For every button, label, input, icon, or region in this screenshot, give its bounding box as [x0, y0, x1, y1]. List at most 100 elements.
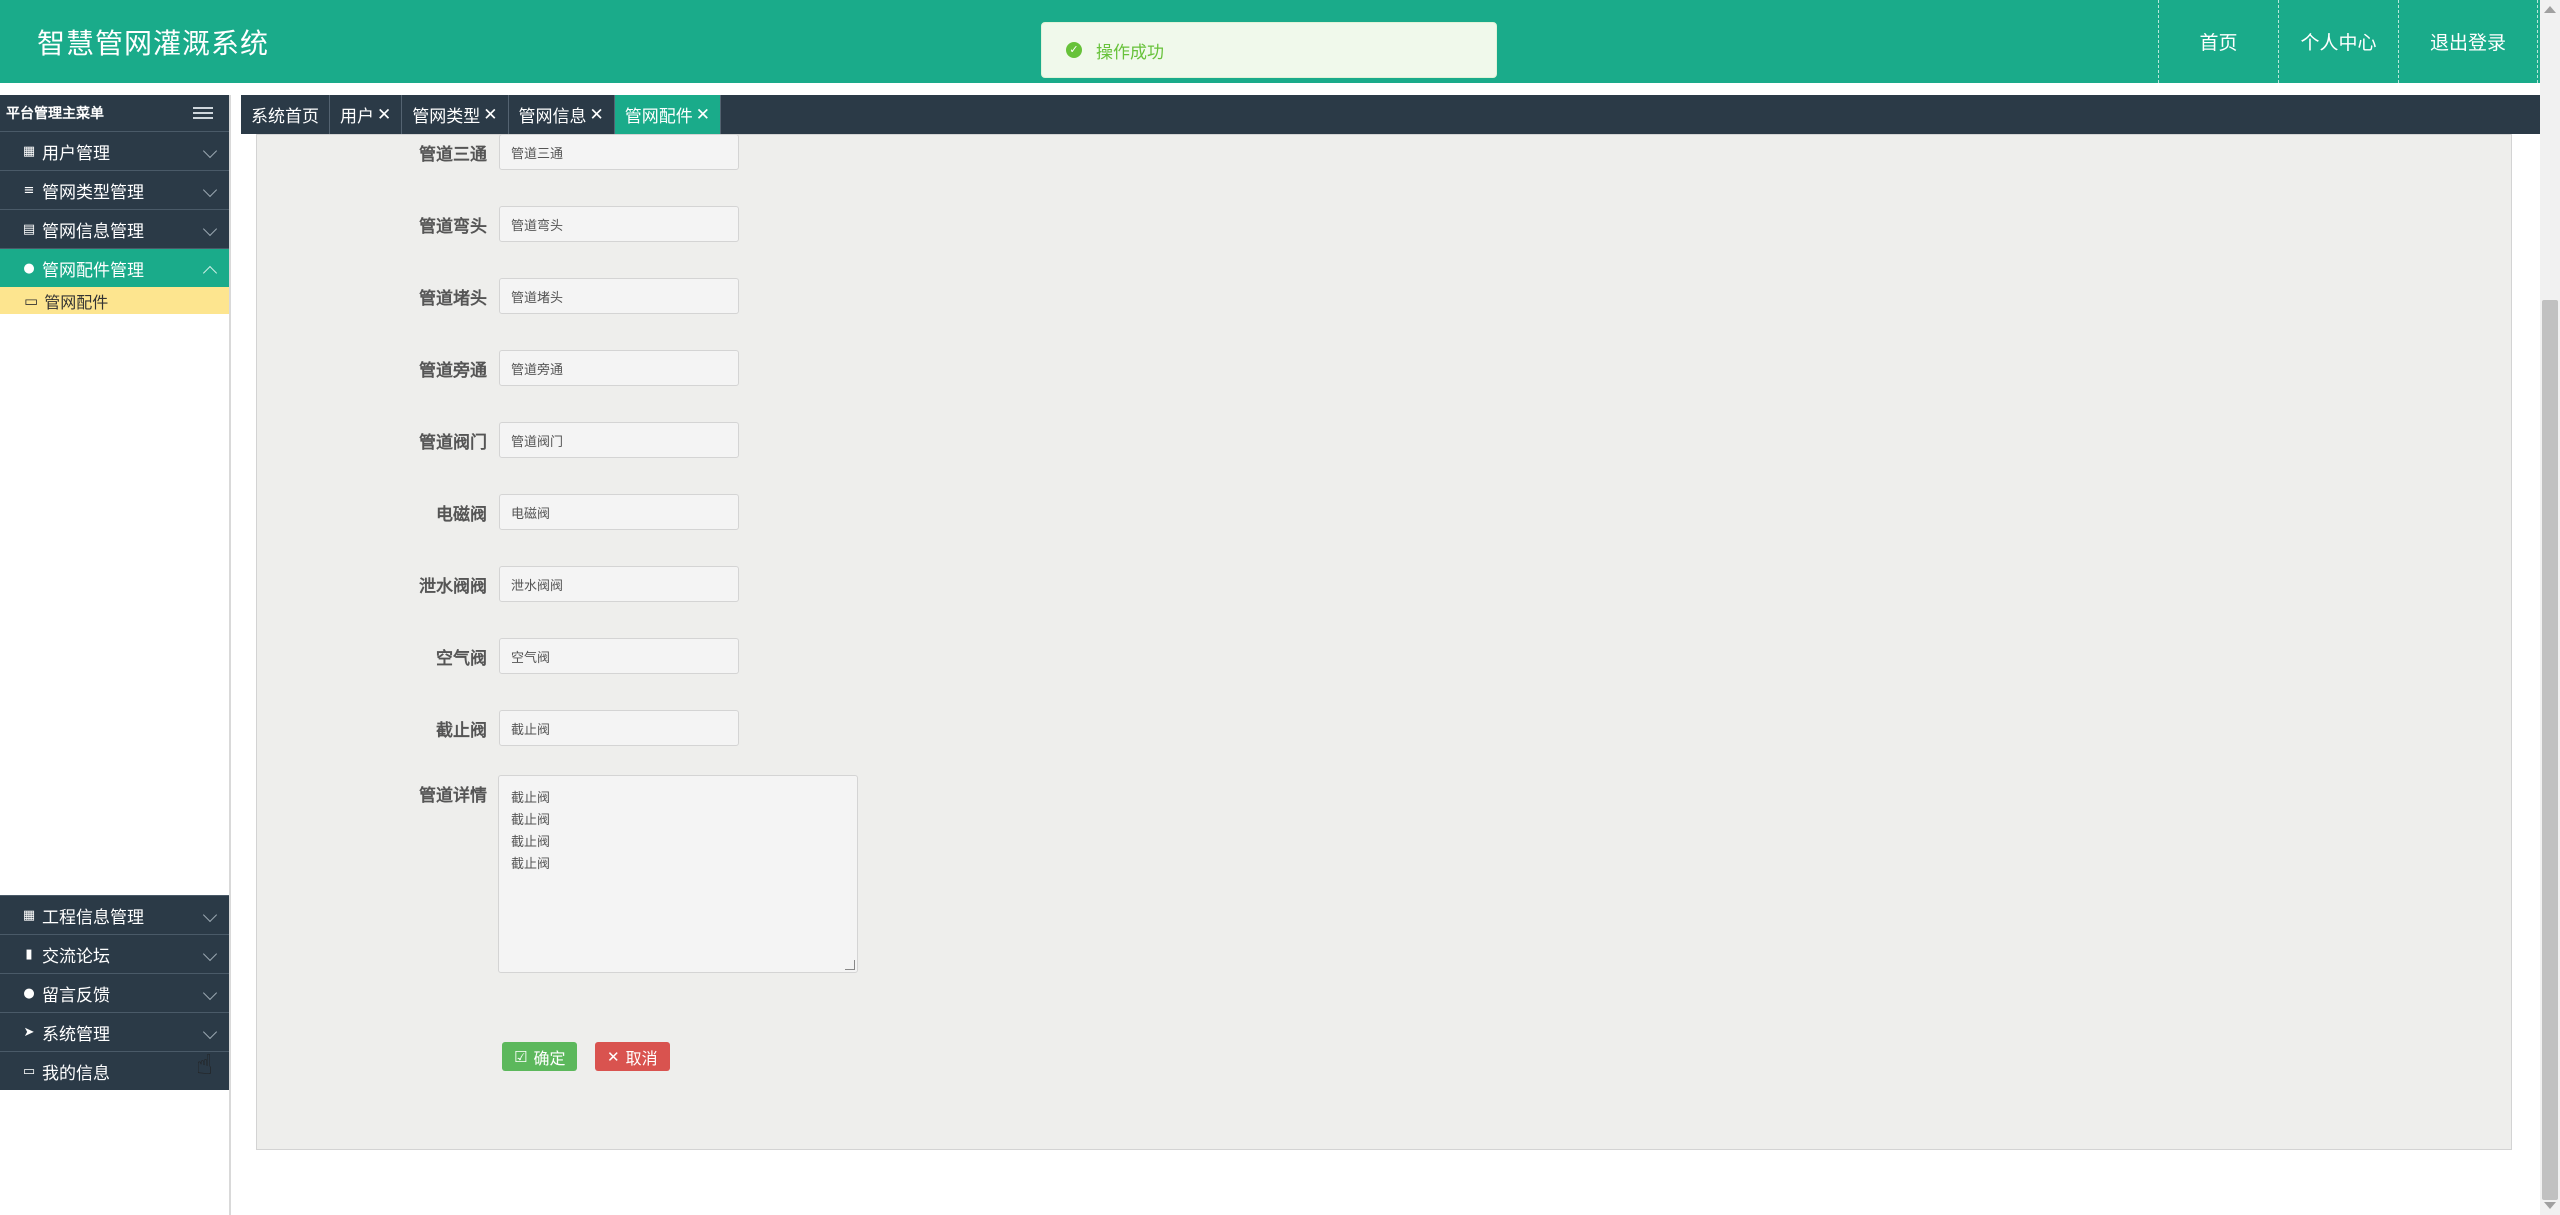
sidebar-item-forum[interactable]: ▮ 交流论坛: [0, 934, 229, 973]
sidebar-item-project-info[interactable]: ▦ 工程信息管理: [0, 895, 229, 934]
sidebar: 平台管理主菜单 ▦ 用户管理 ≡ 管网类型管理 ▤ 管网信息管理 ● 管网配件管…: [0, 95, 231, 1215]
user-icon: ●: [23, 985, 35, 1001]
sidebar-subitem-label: 管网配件: [44, 292, 109, 312]
resize-handle-icon[interactable]: [845, 960, 855, 970]
sidebar-title: 平台管理主菜单: [6, 106, 104, 122]
sidebar-item-user-management[interactable]: ▦ 用户管理: [0, 131, 229, 170]
sidebar-item-label: 留言反馈: [42, 985, 110, 1006]
sidebar-item-label: 用户管理: [42, 143, 110, 164]
chevron-down-icon: [202, 907, 218, 923]
sidebar-item-pipe-info-management[interactable]: ▤ 管网信息管理: [0, 209, 229, 248]
close-icon[interactable]: ✕: [590, 105, 604, 125]
close-icon[interactable]: ✕: [377, 105, 391, 125]
tab-home[interactable]: 系统首页: [241, 95, 330, 134]
sidebar-item-label: 管网配件管理: [42, 260, 144, 281]
solenoid-valve-input[interactable]: 电磁阀: [499, 494, 739, 530]
nav-home[interactable]: 首页: [2158, 0, 2278, 83]
sidebar-item-pipe-parts-management[interactable]: ● 管网配件管理: [0, 248, 229, 287]
field-label: 管道阀门: [419, 432, 487, 453]
form-row-elbow: 管道弯头 管道弯头: [257, 206, 739, 242]
card-icon: ▭: [22, 1063, 36, 1079]
menu-list-icon[interactable]: [193, 104, 213, 122]
chevron-up-icon: [202, 265, 218, 281]
toast-message: 操作成功: [1096, 42, 1164, 63]
field-label: 管道旁通: [419, 360, 487, 381]
pipe-detail-textarea[interactable]: 截止阀 截止阀 截止阀 截止阀: [498, 775, 858, 973]
field-label: 电磁阀: [436, 504, 487, 525]
elbow-input[interactable]: 管道弯头: [499, 206, 739, 242]
tee-input[interactable]: 管道三通: [499, 134, 739, 170]
nav-logout[interactable]: 退出登录: [2398, 0, 2538, 83]
form-row-detail: 管道详情: [257, 781, 499, 806]
list-icon: ≡: [23, 182, 35, 198]
form-row-tee: 管道三通 管道三通: [257, 134, 739, 170]
chevron-down-icon: [202, 946, 218, 962]
tab-label: 管网类型: [412, 107, 481, 127]
sidebar-item-label: 管网类型管理: [42, 182, 144, 203]
tab-label: 系统首页: [251, 107, 319, 127]
checkbox-icon: ☑: [514, 1047, 528, 1066]
top-nav: 首页 个人中心 退出登录: [2158, 0, 2538, 83]
textarea-line: 截止阀: [511, 857, 551, 872]
chevron-down-icon: [202, 182, 218, 198]
folder-icon: ▭: [24, 291, 39, 310]
form-row-air: 空气阀 空气阀: [257, 638, 739, 674]
chevron-down-icon: [202, 143, 218, 159]
sidebar-item-label: 我的信息: [42, 1063, 110, 1084]
clipboard-icon: ▤: [22, 221, 36, 237]
tab-users[interactable]: 用户 ✕: [330, 95, 403, 134]
cancel-label: 取消: [625, 1048, 658, 1068]
sidebar-spacer: [0, 314, 229, 895]
grid-icon: ▦: [22, 143, 36, 159]
form-panel: 管道三通 管道三通 管道弯头 管道弯头 管道堵头 管道堵头 管道旁通 管道旁通 …: [256, 134, 2512, 1150]
cancel-button[interactable]: ✕ 取消: [595, 1042, 670, 1071]
nav-profile[interactable]: 个人中心: [2278, 0, 2398, 83]
plug-input[interactable]: 管道堵头: [499, 278, 739, 314]
sidebar-item-label: 管网信息管理: [42, 221, 144, 242]
confirm-label: 确定: [533, 1048, 566, 1068]
field-label: 管道堵头: [419, 288, 487, 309]
grid-icon: ▦: [22, 907, 36, 923]
chevron-down-icon: [202, 985, 218, 1001]
scrollbar-thumb[interactable]: [2542, 300, 2558, 1200]
form-row-drain: 泄水阀阀 泄水阀阀: [257, 566, 739, 602]
sidebar-item-label: 交流论坛: [42, 946, 110, 967]
check-icon: ✓: [1066, 42, 1082, 58]
tab-pipe-types[interactable]: 管网类型 ✕: [402, 95, 509, 134]
tab-pipe-parts[interactable]: 管网配件 ✕: [614, 95, 721, 134]
valve-input[interactable]: 管道阀门: [499, 422, 739, 458]
sidebar-header: 平台管理主菜单: [0, 95, 229, 131]
sidebar-item-pipe-type-management[interactable]: ≡ 管网类型管理: [0, 170, 229, 209]
scroll-down-icon[interactable]: [2544, 1202, 2556, 1209]
success-toast: ✓ 操作成功: [1041, 22, 1497, 78]
tab-bar: 系统首页 用户 ✕ 管网类型 ✕ 管网信息 ✕ 管网配件 ✕: [241, 95, 2540, 134]
air-valve-input[interactable]: 空气阀: [499, 638, 739, 674]
close-icon[interactable]: ✕: [696, 105, 710, 125]
textarea-line: 截止阀: [511, 835, 551, 850]
confirm-button[interactable]: ☑ 确定: [502, 1042, 578, 1071]
sidebar-subitem-pipe-parts[interactable]: ▭ 管网配件: [0, 287, 229, 314]
close-icon[interactable]: ✕: [483, 105, 497, 125]
sidebar-item-feedback[interactable]: ● 留言反馈: [0, 973, 229, 1012]
field-label: 管道弯头: [419, 216, 487, 237]
chevron-down-icon: [202, 221, 218, 237]
textarea-line: 截止阀: [511, 791, 551, 806]
tab-label: 管网信息: [518, 107, 587, 127]
field-label: 管道详情: [419, 786, 487, 806]
form-row-bypass: 管道旁通 管道旁通: [257, 350, 739, 386]
bypass-input[interactable]: 管道旁通: [499, 350, 739, 386]
form-row-valve: 管道阀门 管道阀门: [257, 422, 739, 458]
send-icon: ➤: [23, 1024, 35, 1040]
drain-valve-input[interactable]: 泄水阀阀: [499, 566, 739, 602]
sidebar-item-system-management[interactable]: ➤ 系统管理: [0, 1012, 229, 1051]
stop-valve-input[interactable]: 截止阀: [499, 710, 739, 746]
book-icon: ▮: [25, 946, 33, 962]
app-title: 智慧管网灌溉系统: [37, 27, 270, 60]
textarea-line: 截止阀: [511, 813, 551, 828]
sidebar-item-my-info[interactable]: ▭ 我的信息: [0, 1051, 229, 1090]
tab-pipe-info[interactable]: 管网信息 ✕: [509, 95, 615, 134]
scroll-up-icon[interactable]: [2544, 6, 2556, 13]
field-label: 空气阀: [436, 648, 487, 669]
tab-label: 用户: [340, 107, 374, 127]
form-row-solenoid: 电磁阀 电磁阀: [257, 494, 739, 530]
